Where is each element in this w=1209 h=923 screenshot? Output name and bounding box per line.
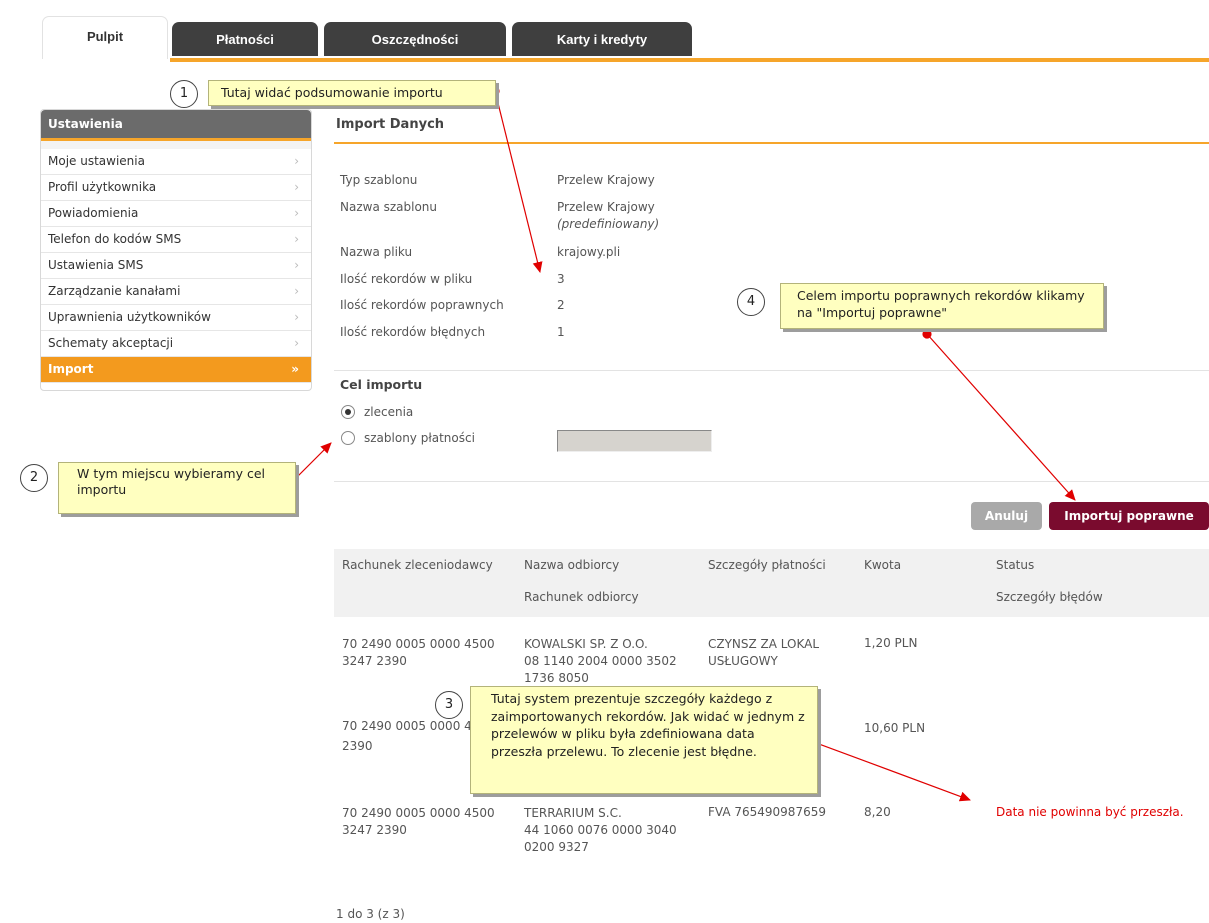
annotation-3-note: Tutaj system prezentuje szczegóły każdeg… — [470, 686, 818, 794]
arrow-3 — [810, 740, 971, 802]
annotation-4-number: 4 — [737, 288, 765, 316]
annotation-1-number: 1 — [170, 80, 198, 108]
annotation-2-note: W tym miejscu wybieramy cel importu — [58, 462, 296, 514]
annotation-2-number: 2 — [20, 464, 48, 492]
arrow-1 — [494, 90, 543, 273]
annotation-4-note: Celem importu poprawnych rekordów klikam… — [780, 283, 1104, 329]
annotation-3-number: 3 — [435, 691, 463, 719]
annotation-1-note: Tutaj widać podsumowanie importu — [208, 80, 496, 106]
arrow-4 — [926, 333, 1076, 501]
arrow-4-dot — [922, 329, 932, 339]
